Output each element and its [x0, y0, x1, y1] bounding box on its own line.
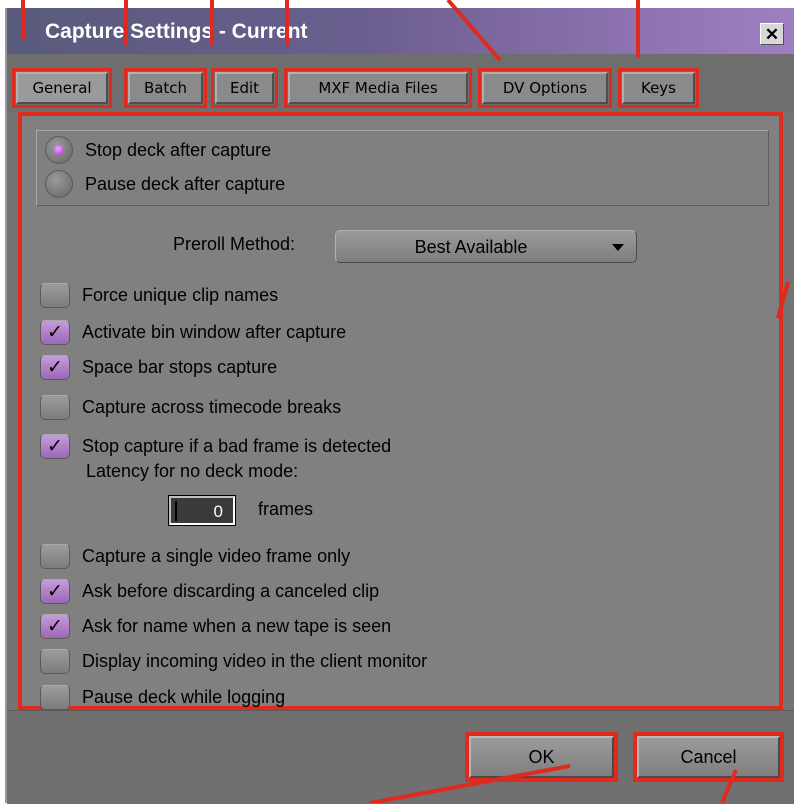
- annotation-overlay: [369, 0, 790, 803]
- annotation-line: [369, 764, 571, 803]
- annotation-line: [720, 769, 738, 803]
- annotation-line: [776, 281, 790, 319]
- annotation-line: [446, 0, 502, 62]
